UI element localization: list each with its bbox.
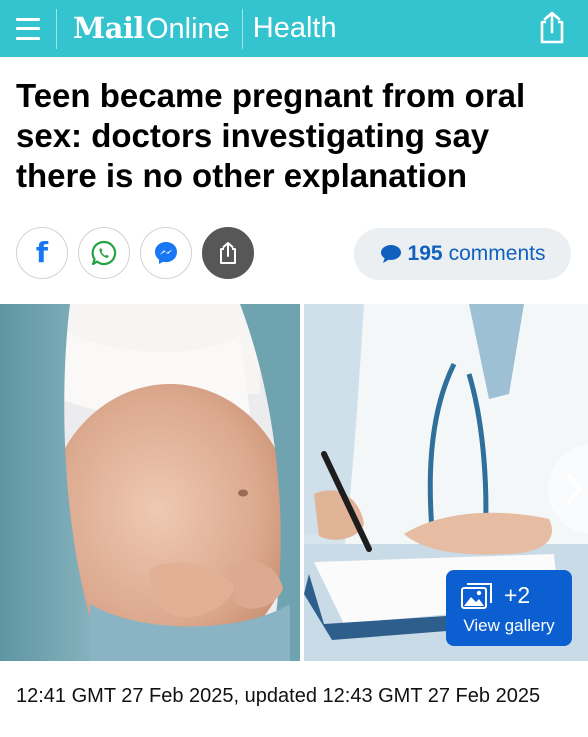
comments-count: 195 <box>407 242 443 265</box>
nav-divider <box>241 8 243 49</box>
gallery-icon <box>461 583 492 609</box>
more-share-button[interactable] <box>202 227 254 279</box>
facebook-share-button[interactable]: f <box>16 227 68 279</box>
share-icon <box>220 242 236 264</box>
messenger-icon <box>155 242 177 264</box>
messenger-share-button[interactable] <box>140 227 192 279</box>
chevron-right-icon <box>566 473 582 505</box>
whatsapp-icon <box>91 240 117 266</box>
comment-bubble-icon <box>380 245 401 263</box>
section-link-health[interactable]: Health <box>253 12 337 45</box>
social-share-bar: f <box>16 227 254 279</box>
hamburger-menu-icon[interactable] <box>16 17 40 40</box>
article-timestamp: 12:41 GMT 27 Feb 2025, updated 12:43 GMT… <box>16 685 541 707</box>
view-gallery-button[interactable]: +2 View gallery <box>446 570 572 646</box>
gallery-label: View gallery <box>463 616 555 635</box>
facebook-icon: f <box>35 236 49 269</box>
comments-button[interactable]: 195 comments <box>354 228 571 280</box>
top-nav-bar: Mail Online Health <box>0 0 588 57</box>
logo-online: Online <box>145 13 230 45</box>
pregnant-belly-photo <box>0 304 300 661</box>
gallery-count: +2 <box>504 582 531 608</box>
nav-divider <box>56 8 57 49</box>
article-headline: Teen became pregnant from oral sex: doct… <box>16 77 526 194</box>
comments-label: comments <box>448 242 546 265</box>
logo-mail: Mail <box>73 11 144 45</box>
share-icon[interactable] <box>534 10 570 46</box>
mailonline-logo[interactable]: Mail Online <box>73 11 230 46</box>
whatsapp-share-button[interactable] <box>78 227 130 279</box>
